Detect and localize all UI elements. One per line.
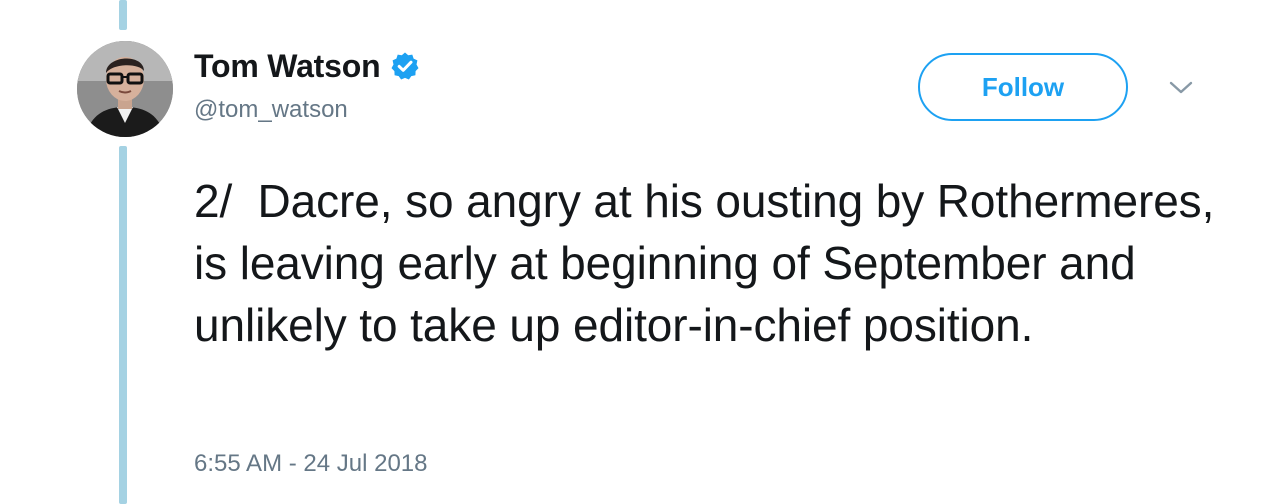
- thread-line-top: [119, 0, 127, 30]
- avatar-photo: [77, 41, 173, 137]
- author-handle[interactable]: @tom_watson: [194, 96, 348, 124]
- thread-line-bottom: [119, 146, 127, 504]
- author-display-name[interactable]: Tom Watson: [194, 48, 381, 85]
- tweet-timestamp[interactable]: 6:55 AM - 24 Jul 2018: [194, 450, 427, 478]
- tweet-text: 2/ Dacre, so angry at his ousting by Rot…: [194, 175, 1227, 351]
- author-name-row[interactable]: Tom Watson: [194, 46, 420, 86]
- avatar[interactable]: [77, 41, 173, 137]
- chevron-down-icon[interactable]: [1168, 78, 1194, 98]
- follow-button[interactable]: Follow: [918, 53, 1128, 121]
- verified-badge-icon: [390, 51, 420, 81]
